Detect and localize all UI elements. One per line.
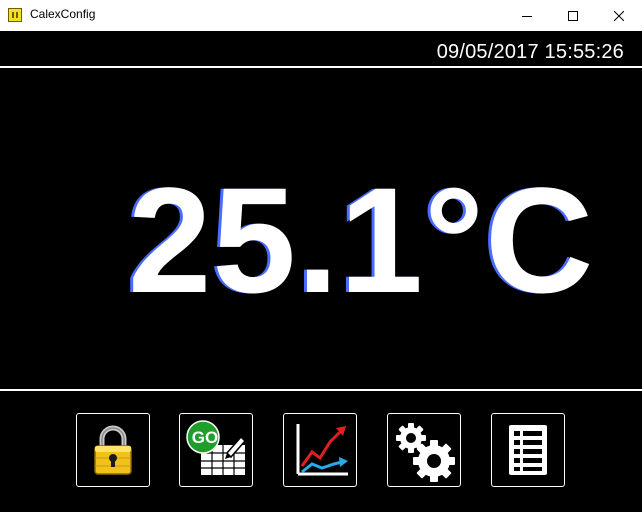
top-divider: [0, 66, 642, 68]
maximize-icon: [568, 10, 578, 21]
app-icon: [8, 8, 22, 22]
padlock-icon: [94, 425, 132, 475]
minimize-button[interactable]: [504, 0, 550, 31]
line-chart-icon: [296, 424, 348, 476]
go-table-icon: [186, 420, 247, 475]
gears-icon: [396, 423, 455, 482]
chart-button[interactable]: [283, 413, 357, 487]
list-button[interactable]: [491, 413, 565, 487]
title-bar[interactable]: CalexConfig: [0, 0, 642, 31]
maximize-button[interactable]: [550, 0, 596, 31]
minimize-icon: [522, 15, 532, 17]
go-button[interactable]: GO: [179, 413, 253, 487]
app-window: CalexConfig 09/05/2017 15:55:26 25.1°C G…: [0, 0, 642, 512]
temperature-reading: 25.1°C: [128, 156, 595, 324]
lock-button[interactable]: [76, 413, 150, 487]
datetime-display: 09/05/2017 15:55:26: [436, 41, 624, 63]
settings-button[interactable]: [387, 413, 461, 487]
close-icon: [614, 10, 624, 21]
go-label: GO: [191, 428, 219, 447]
close-button[interactable]: [596, 0, 642, 31]
bottom-divider: [0, 389, 642, 391]
list-icon: [509, 425, 547, 475]
window-title: CalexConfig: [30, 7, 96, 21]
reading-area: 25.1°C: [0, 160, 642, 320]
